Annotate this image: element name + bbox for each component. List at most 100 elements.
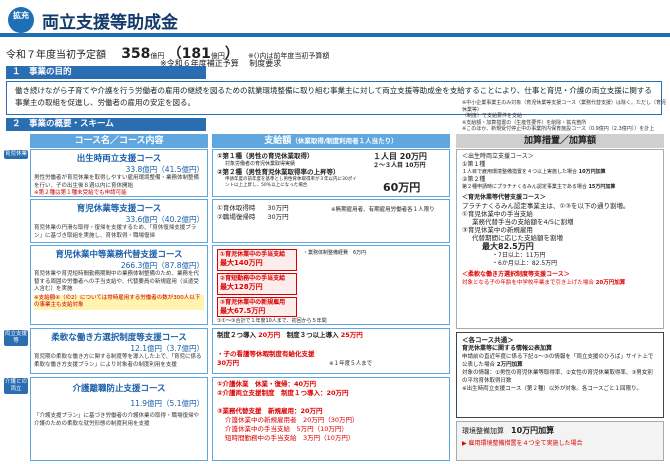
addition-box-common: ＜各コース共通＞ 育児休業等に関する情報公表加算 申請前の直近年度に係る下記①～… [456,332,664,418]
add-p2a: 第２種申請時にプラチナくるみん認定事業主である場合 15万円加算 [462,184,658,191]
amount-c1-box: ①育児休業中の手当支給 最大140万円 [217,249,297,271]
amount-c1-title: ①育児休業中の手当支給 [220,251,286,258]
add-p3a: プラチナくるみん認定事業主は、①③を以下の通り割増。 [462,202,630,210]
add-p2: ②第２種 [462,176,486,183]
add-p3i: ＜柔軟な働き方選択制度等支援コース＞ [462,271,570,278]
amount-d2-label: 制度３つ以上導入 [286,331,339,339]
course-value: 11.9億円（5.1億円） [130,399,204,408]
section2-title: ２ 事業の概要・スキーム [6,118,206,131]
amount-c-note: ①①～③合計で１年度10人まで、初回から５年間 [217,318,327,324]
amount-box-d: 制度２つ導入 20万円 制度３つ以上導入 25万円 ・子の看護等休暇制度有給化支… [212,328,450,374]
add-p2a-val: 15万円加算 [588,184,616,190]
amount-e6-label: 短時間勤務中の手当支給 [225,434,297,442]
amount-box-e: ①介護休業 休業・復帰：40万円 ②介護両立支援制度 制度１つ導入：20万円 ③… [212,377,450,461]
amount-b2-val: 30万円 [267,213,289,221]
course-name: 育児休業中等業務代替支援コース [55,250,183,260]
amount-b1-val: 30万円 [267,204,289,212]
amount-d3-line: 30万円 ※１年度５人まで [217,359,445,369]
amount-e4-label: 介護休業中の新規雇用者 [225,416,297,424]
course-value: 12.1億円（3.7億円） [130,344,204,353]
amount-b2-label: ②職場復帰時 [217,213,256,221]
amount-a2-note: 申請年度の前年度を基準とし男性育休取得率が３年以内に30ポイント以上上昇し、50… [225,177,357,188]
budget-label: 令和７年度当初予定額 [6,50,106,61]
course-value: 266.3億円（87.8億円） [120,261,204,270]
amount-d1: 制度２つ導入 20万円 制度３つ以上導入 25万円 [217,331,445,340]
add-q-title: ＜各コース共通＞ [462,336,514,344]
course-desc: 「介護支援プラン」に基づき労働者の介護休業の取得・職場復帰や介護のための柔軟な就… [34,413,200,427]
amount-c2-title: ②育短勤務中の手当支給 [220,275,286,282]
amount-e2-desc: 制度１つ導入：20万円 [281,389,349,397]
add-p3c: 業務代替手当の支給額を4/5に割増 [472,218,574,226]
add-r2: ▶ 雇用環境整備措置を４つ全て実施した場合 [462,440,583,447]
amount-d2-val: 25万円 [340,331,363,339]
col2-head: 支給額（休業取得/制度利用者１人当たり） [212,134,450,148]
add-p3b: ①育児休業中の手当支給 [462,210,533,218]
course-desc: 育児休業の円滑な取得・復帰を支援するため、「育休復帰支援プラン」に基づき取組を実… [34,225,197,239]
side-label-kaigo: 介護との両立 [4,378,28,394]
title-underline [0,33,670,37]
add-q1: 育児休業等に関する情報公表加算 [462,345,553,352]
add-p3h: ・6か月以上：82.5万円 [492,260,558,267]
course-desc: 男性労働者が育児休業を取得しやすい雇用環境整備・業務体制整備を行い、子の出生後８… [34,175,199,189]
budget-amount: 358 [121,46,151,62]
amount-e6-val: 3万円（10万円） [303,434,355,442]
add-p1a: １人目で雇用環境整備措置を４つ以上実施した場合 10万円加算 [462,169,658,176]
add-q3: 対象の情報：①男性の育児休業等取得率、②女性の育児休業取得率、③男女別の平均育休… [462,370,653,384]
course-note: ※第２種は第１種未受給でも申請可能 [34,190,127,196]
course-name: 介護離職防止支援コース [72,384,166,394]
amount-e6: 短時間勤務中の手当支給 3万円（10万円） [217,434,445,443]
add-p3e: 代替期間に応じた支給額を割増 [472,234,563,242]
amount-c2-box: ②育短勤務中の手当支給 最大128万円 [217,273,297,295]
col1-head: コース名／コース内容 [30,134,208,148]
amount-e5: 介護休業中の手当支給 5万円（10万円） [217,425,445,434]
note-line: ※このほか、新規受付停止中の事業所内保育施設コース（0.9億円（2.3億円））を… [462,126,655,132]
amount-b1-label: ①育休取得時 [217,204,256,212]
addition-box-main: ＜出生時両立支援コース＞ ①第１種 １人目で雇用環境整備措置を４つ以上実施した場… [456,149,664,329]
section1-title: １ 事業の目的 [6,66,206,79]
add-p3: ＜育児休業等代替支援コース＞ [462,194,546,201]
side-label-ryoritsu: 両立支援等 [4,330,28,346]
course-card: 育児休業等支援コース 33.6億円（40.2億円） 育児休業の円滑な取得・復帰を… [30,199,208,243]
amount-e1-desc: 休業・復帰：40万円 [255,380,317,388]
amount-e4: 介護休業中の新規雇用者 20万円（30万円） [217,416,445,425]
course-name: 育児休業等支援コース [76,204,162,214]
course-note: ※支給額④（の2）については常時雇用する労働者の数が300人以下の事業主も支給対… [34,294,204,310]
amount-a1-val: １人目 20万円 [373,152,427,161]
amount-box-c: ①育児休業中の手当支給 最大140万円 ・業務体制整備経費 6万円 ②育短勤務中… [212,245,450,325]
course-desc: 育児期の柔軟な働き方に関する制度等を導入した上で、「育児に係る柔軟な働き方支援プ… [34,354,202,368]
amount-a1-val2: ２～３人目 10万円 [373,162,426,169]
col3-head: 加算措置／加算額 [456,134,664,148]
amount-box-b: ①育休取得時 30万円 ②職場復帰時 30万円 ※無期雇用者、有期雇用労働者各１人限… [212,199,450,243]
side-label-ikuji: 育児休業 [4,150,28,159]
add-r1-val: 10万円加算 [511,426,555,435]
badge-circle: 拡充 [8,7,34,33]
add-q4: ※出生時両立支援コース（第２種）以外が対象。各コースごと１回限り。 [462,386,642,392]
course-card: 柔軟な働き方選択制度等支援コース 12.1億円（3.7億円） 育児期の柔軟な働き… [30,328,208,374]
amount-d1-val: 20万円 [258,331,281,339]
add-p3j-val: 20万円加算 [595,280,626,286]
add-q2-text: 申請前の直近年度に係る下記①～③の情報を「両立支援のひろば」サイト上で公表した場… [462,354,654,368]
amount-e5-val: 5万円（10万円） [296,425,348,433]
course-card: 出生時両立支援コース 33.8億円（41.5億円） 男性労働者が育児休業を取得し… [30,149,208,197]
amount-d3: ・子の看護等休暇制度有給化支援 [217,350,315,358]
addition-box-env: 環境整備加算 10万円加算 ▶ 雇用環境整備措置を４つ全て実施した場合 [456,421,664,461]
course-name: 柔軟な働き方選択制度等支援コース [51,333,187,343]
course-value: 33.8億円（41.5億円） [125,165,204,174]
add-p2a-text: 第２種申請時にプラチナくるみん認定事業主である場合 [462,184,587,190]
amount-box-a: ①第１種（男性の育児休業取得） １人目 20万円 ２～３人目 10万円 対象労働… [212,149,450,197]
add-p3d: ③育児休業中の新規雇用 [462,226,533,234]
amount-e1: ①介護休業 休業・復帰：40万円 [217,380,445,389]
amount-e2: ②介護両立支援制度 制度１つ導入：20万円 [217,389,445,398]
course-card: 介護離職防止支援コース 11.9億円（5.1億円） 「介護支援プラン」に基づき労… [30,377,208,461]
add-q2-val: 2万円加算 [496,362,523,368]
badge-text: 拡充 [13,11,29,20]
add-p1a-text: １人目で雇用環境整備措置を４つ以上実施した場合 [462,169,578,175]
notes-top-right: ※中小企業事業主のみ対象（育児休業等支援コース（業務代替支援）は除く。ただし（育… [462,100,667,133]
amount-e3: ③業務代替支援 新規雇用：20万円 [217,407,445,416]
amount-c1-val: 最大140万円 [220,259,263,267]
amount-d3-note: ※１年度５人まで [329,361,373,367]
amount-e3-desc: 新規雇用：20万円 [268,407,323,415]
add-p1a-val: 10万円加算 [578,169,606,175]
amount-c3-box: ③育児休業中の新規雇用 最大67.5万円 [217,297,297,317]
amount-e5-label: 介護休業中の手当支給 [225,425,290,433]
